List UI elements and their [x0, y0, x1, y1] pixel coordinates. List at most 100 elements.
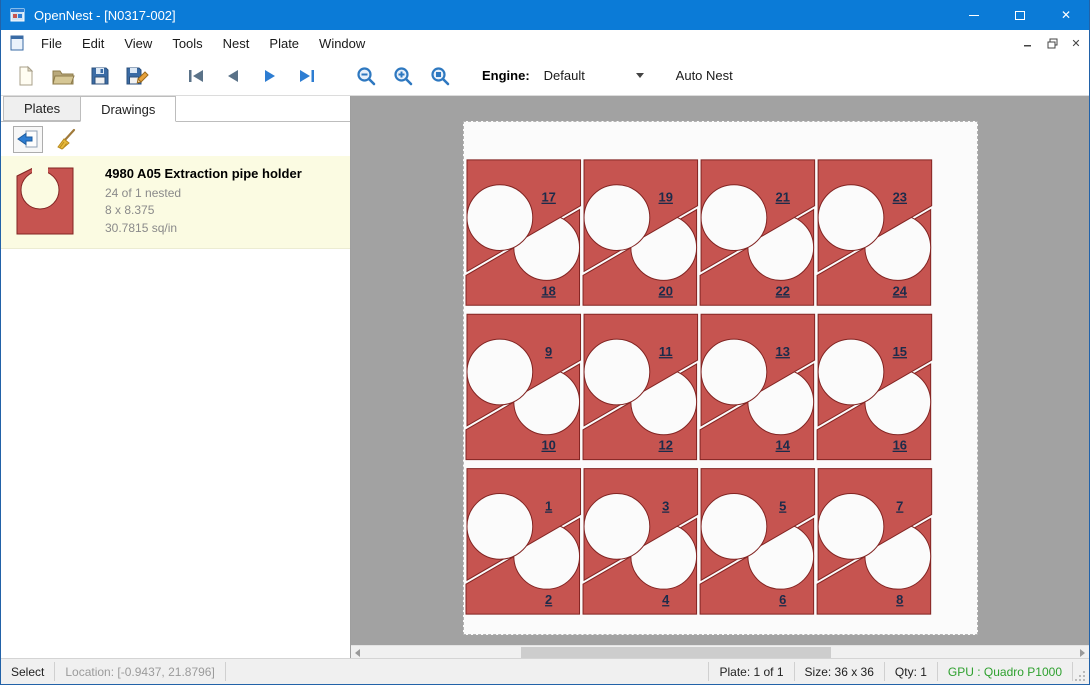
window-title: OpenNest - [N0317-002]: [34, 8, 176, 23]
nest-pair[interactable]: 11 12: [583, 314, 698, 459]
part-number: 15: [893, 344, 907, 359]
send-drawing-button[interactable]: [13, 126, 43, 153]
mdi-minimize-button[interactable]: [1017, 33, 1039, 53]
part-number: 3: [662, 498, 669, 513]
nest-pair[interactable]: 1718: [466, 160, 581, 305]
zoom-out-icon: [355, 65, 377, 87]
part-number: 21: [776, 190, 790, 205]
grip-dots-icon: [1075, 670, 1086, 681]
status-bar: Select Location: [-0.9437, 21.8796] Plat…: [1, 658, 1089, 684]
zoom-in-button[interactable]: [388, 61, 418, 91]
clean-button[interactable]: [51, 126, 81, 153]
sidebar: Plates Drawings: [1, 96, 351, 658]
go-last-button[interactable]: [292, 61, 322, 91]
save-button[interactable]: [85, 61, 115, 91]
main-toolbar: Engine: Default Auto Nest: [1, 56, 1089, 96]
mdi-restore-button[interactable]: [1041, 33, 1063, 53]
part-number: 20: [659, 283, 673, 298]
drawing-thumbnail: [13, 164, 105, 238]
chevron-down-icon: [636, 73, 644, 78]
zoom-fit-button[interactable]: [425, 61, 455, 91]
close-button[interactable]: ✕: [1043, 0, 1089, 30]
part-number: 16: [893, 438, 907, 453]
go-previous-icon: [222, 66, 244, 86]
nest-pair[interactable]: 34: [583, 469, 698, 614]
menu-file[interactable]: File: [31, 32, 72, 55]
mdi-minimize-icon: [1023, 38, 1033, 48]
mdi-close-icon: ✕: [1071, 37, 1080, 50]
save-edit-icon: [125, 65, 149, 87]
part-number: 12: [659, 438, 673, 453]
nest-pair[interactable]: 1920: [583, 160, 698, 305]
drawing-list-item[interactable]: 4980 A05 Extraction pipe holder 24 of 1 …: [1, 156, 350, 249]
menu-window[interactable]: Window: [309, 32, 375, 55]
menu-view[interactable]: View: [114, 32, 162, 55]
sidebar-tabs: Plates Drawings: [1, 96, 350, 122]
maximize-button[interactable]: [997, 0, 1043, 30]
new-page-icon: [15, 65, 37, 87]
zoom-fit-icon: [429, 65, 451, 87]
nest-pair[interactable]: 910: [466, 314, 581, 459]
zoom-in-icon: [392, 65, 414, 87]
part-number: 24: [893, 283, 908, 298]
document-icon: [9, 35, 25, 51]
go-next-button[interactable]: [255, 61, 285, 91]
resize-grip[interactable]: [1073, 659, 1089, 684]
save-edit-button[interactable]: [122, 61, 152, 91]
menu-bar: File Edit View Tools Nest Plate Window ✕: [1, 30, 1089, 56]
open-button[interactable]: [48, 61, 78, 91]
status-gpu: GPU : Quadro P1000: [938, 659, 1072, 684]
part-number: 13: [776, 344, 790, 359]
auto-nest-button[interactable]: Auto Nest: [676, 68, 733, 83]
scrollbar-thumb[interactable]: [521, 647, 831, 658]
nest-pair[interactable]: 12: [466, 469, 581, 614]
nest-canvas[interactable]: 171819202122232491011121314151612345678: [351, 96, 1089, 658]
part-number: 8: [896, 592, 903, 607]
tab-drawings[interactable]: Drawings: [80, 96, 176, 122]
horizontal-scrollbar[interactable]: [351, 645, 1089, 658]
part-number: 1: [545, 498, 552, 513]
nest-view[interactable]: 171819202122232491011121314151612345678: [464, 122, 975, 632]
open-folder-icon: [51, 65, 75, 87]
part-number: 11: [659, 344, 673, 359]
status-size: Size: 36 x 36: [795, 659, 884, 684]
part-number: 22: [776, 283, 790, 298]
app-window: OpenNest - [N0317-002] ✕ File Edit View …: [0, 0, 1090, 685]
go-first-button[interactable]: [181, 61, 211, 91]
status-location: Location: [-0.9437, 21.8796]: [55, 659, 224, 684]
status-plate: Plate: 1 of 1: [709, 659, 793, 684]
engine-label: Engine:: [482, 68, 530, 83]
mdi-close-button[interactable]: ✕: [1065, 33, 1087, 53]
save-floppy-icon: [89, 65, 111, 87]
mdi-restore-icon: [1047, 38, 1058, 49]
part-number: 5: [779, 498, 786, 513]
zoom-out-button[interactable]: [351, 61, 381, 91]
go-first-icon: [185, 66, 207, 86]
drawing-nested-count: 24 of 1 nested: [105, 185, 340, 202]
nest-pair[interactable]: 78: [817, 469, 932, 614]
scroll-left-icon[interactable]: [355, 649, 360, 657]
nest-pair[interactable]: 1314: [700, 314, 815, 459]
maximize-icon: [1015, 11, 1025, 20]
nest-pair[interactable]: 21 22: [700, 160, 815, 305]
status-mode: Select: [1, 659, 54, 684]
menu-nest[interactable]: Nest: [213, 32, 260, 55]
nest-pair[interactable]: 1516: [817, 314, 932, 459]
scroll-right-icon[interactable]: [1080, 649, 1085, 657]
engine-select[interactable]: Default: [538, 64, 650, 88]
menu-plate[interactable]: Plate: [259, 32, 309, 55]
go-previous-button[interactable]: [218, 61, 248, 91]
nest-pair[interactable]: 56: [700, 469, 815, 614]
part-number: 23: [893, 190, 907, 205]
menu-edit[interactable]: Edit: [72, 32, 114, 55]
plate-sheet[interactable]: 171819202122232491011121314151612345678: [463, 121, 978, 635]
menu-tools[interactable]: Tools: [162, 32, 212, 55]
minimize-button[interactable]: [951, 0, 997, 30]
part-number: 18: [541, 283, 555, 298]
tab-plates[interactable]: Plates: [3, 96, 81, 121]
go-next-icon: [259, 66, 281, 86]
nest-pair[interactable]: 23 24: [817, 160, 932, 305]
new-button[interactable]: [11, 61, 41, 91]
part-number: 7: [896, 498, 903, 513]
status-qty: Qty: 1: [885, 659, 937, 684]
